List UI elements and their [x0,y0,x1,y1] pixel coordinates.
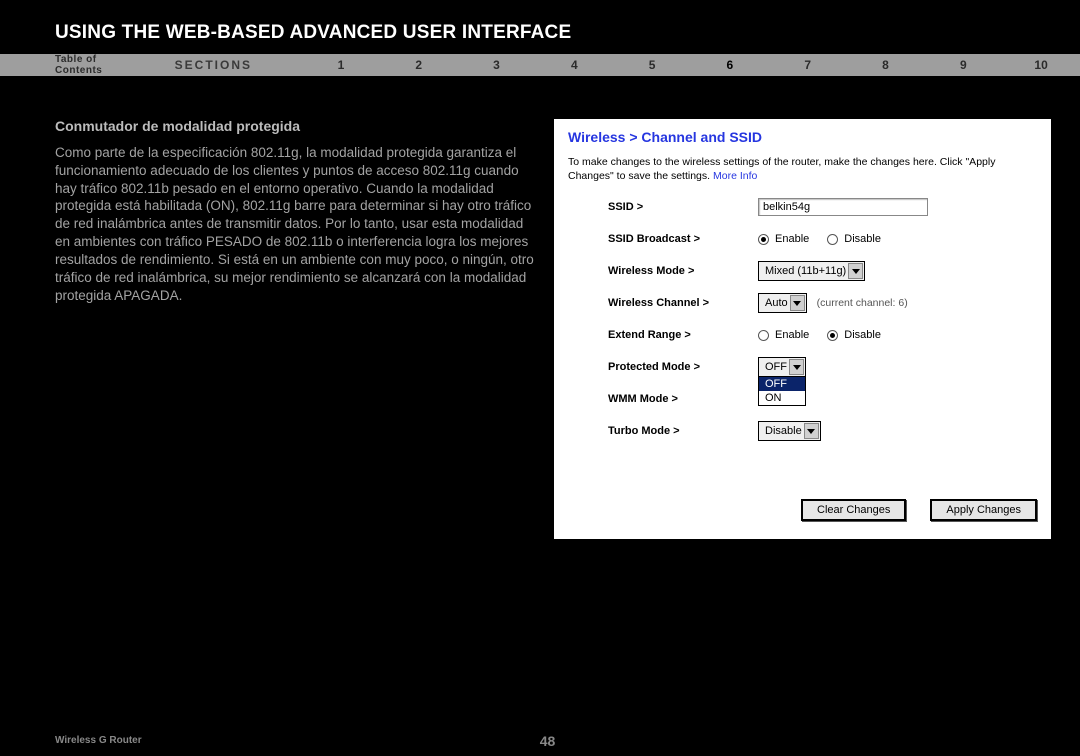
nav-sections-label: SECTIONS [175,58,252,72]
label-ssid: SSID > [608,201,758,213]
label-wireless-channel: Wireless Channel > [608,297,758,309]
chevron-down-icon [789,359,804,375]
nav-section-3[interactable]: 3 [458,58,536,72]
label-wmm-mode: WMM Mode > [608,393,758,405]
page-number: 48 [540,733,556,749]
wireless-mode-select[interactable]: Mixed (11b+11g) [758,261,865,281]
nav-section-10[interactable]: 10 [1002,58,1080,72]
nav-section-7[interactable]: 7 [769,58,847,72]
extend-range-disable-label: Disable [844,329,881,341]
ssid-broadcast-disable-label: Disable [844,233,881,245]
nav-section-1[interactable]: 1 [302,58,380,72]
protected-mode-select[interactable]: OFF [758,357,806,377]
chevron-down-icon [804,423,819,439]
label-wireless-mode: Wireless Mode > [608,265,758,277]
apply-changes-button[interactable]: Apply Changes [930,499,1037,521]
ssid-broadcast-enable-radio[interactable] [758,234,769,245]
ssid-broadcast-disable-radio[interactable] [827,234,838,245]
left-body-text: Como parte de la especificación 802.11g,… [55,144,535,304]
nav-toc[interactable]: Table of Contents [55,54,145,76]
chevron-down-icon [848,263,863,279]
panel-description: To make changes to the wireless settings… [568,155,1037,183]
ssid-broadcast-enable-label: Enable [775,233,809,245]
label-protected-mode: Protected Mode > [608,361,758,373]
nav-section-9[interactable]: 9 [924,58,1002,72]
label-extend-range: Extend Range > [608,329,758,341]
protected-mode-dropdown: OFF ON [758,376,806,406]
wireless-channel-note: (current channel: 6) [817,297,908,309]
more-info-link[interactable]: More Info [713,170,757,182]
protected-mode-option-on[interactable]: ON [759,391,805,405]
nav-section-8[interactable]: 8 [847,58,925,72]
settings-panel: Wireless > Channel and SSID To make chan… [553,118,1052,540]
nav-section-2[interactable]: 2 [380,58,458,72]
chevron-down-icon [790,295,805,311]
page-title: USING THE WEB-BASED ADVANCED USER INTERF… [0,0,1080,54]
panel-title: Wireless > Channel and SSID [568,129,1037,145]
extend-range-enable-radio[interactable] [758,330,769,341]
section-nav: Table of Contents SECTIONS 1 2 3 4 5 6 7… [0,54,1080,76]
label-turbo-mode: Turbo Mode > [608,425,758,437]
extend-range-enable-label: Enable [775,329,809,341]
nav-section-4[interactable]: 4 [535,58,613,72]
left-subheading: Conmutador de modalidad protegida [55,118,535,134]
footer-product-name: Wireless G Router [55,735,142,746]
wireless-channel-select[interactable]: Auto [758,293,807,313]
nav-section-6[interactable]: 6 [691,58,769,72]
ssid-input[interactable] [758,198,928,216]
extend-range-disable-radio[interactable] [827,330,838,341]
label-ssid-broadcast: SSID Broadcast > [608,233,758,245]
turbo-mode-select[interactable]: Disable [758,421,821,441]
protected-mode-option-off[interactable]: OFF [759,377,805,391]
clear-changes-button[interactable]: Clear Changes [801,499,906,521]
nav-section-5[interactable]: 5 [613,58,691,72]
